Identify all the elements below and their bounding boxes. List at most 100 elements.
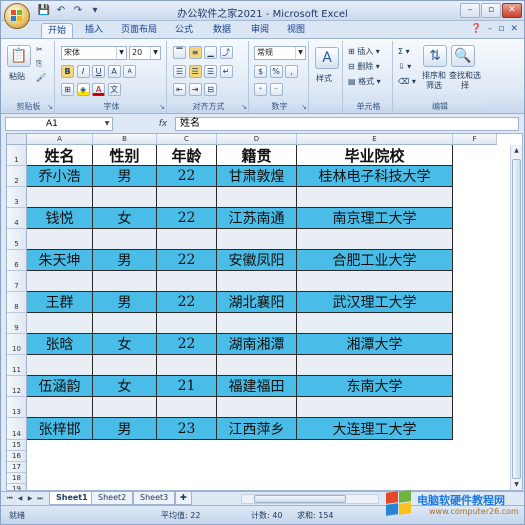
- insert-sheet-icon[interactable]: ✚: [175, 492, 192, 505]
- row-header[interactable]: 1: [7, 145, 27, 166]
- sheet-tab-3[interactable]: Sheet3: [133, 492, 176, 505]
- minimize-button[interactable]: –: [460, 3, 480, 18]
- align-middle-icon[interactable]: ≡: [188, 46, 202, 59]
- row-header[interactable]: 9: [7, 313, 27, 334]
- table-cell[interactable]: [157, 271, 217, 292]
- row-header[interactable]: 14: [7, 418, 27, 440]
- formula-input[interactable]: 姓名: [175, 117, 519, 131]
- clear-icon[interactable]: ⌫ ▾: [398, 76, 416, 88]
- row-header[interactable]: 16: [7, 451, 27, 462]
- percent-button[interactable]: %: [269, 65, 283, 78]
- table-cell[interactable]: 22: [157, 208, 217, 229]
- tab-insert[interactable]: 插入: [79, 23, 109, 39]
- grow-font-button[interactable]: A: [107, 65, 121, 78]
- row-header[interactable]: 18: [7, 473, 27, 484]
- table-cell[interactable]: 22: [157, 292, 217, 313]
- table-cell[interactable]: [157, 313, 217, 334]
- table-cell[interactable]: 女: [93, 334, 157, 355]
- clipboard-launcher-icon[interactable]: ↘: [47, 103, 53, 111]
- table-cell[interactable]: 22: [157, 250, 217, 271]
- number-launcher-icon[interactable]: ↘: [301, 103, 307, 111]
- table-cell[interactable]: [297, 313, 453, 334]
- row-header[interactable]: 2: [7, 166, 27, 187]
- table-cell[interactable]: 张梓邯: [27, 418, 93, 440]
- table-cell[interactable]: [93, 271, 157, 292]
- decrease-decimal-icon[interactable]: ⁻: [269, 83, 283, 96]
- table-cell[interactable]: 21: [157, 376, 217, 397]
- column-header[interactable]: C: [157, 134, 217, 145]
- font-size-select[interactable]: 20 ▼: [129, 46, 161, 60]
- sheet-tab-1[interactable]: Sheet1: [49, 492, 95, 505]
- table-cell[interactable]: 湖南湘潭: [217, 334, 297, 355]
- tab-home[interactable]: 开始: [41, 23, 73, 39]
- table-cell[interactable]: 男: [93, 418, 157, 440]
- row-header[interactable]: 12: [7, 376, 27, 397]
- table-cell[interactable]: [93, 229, 157, 250]
- table-cell[interactable]: [27, 271, 93, 292]
- horizontal-scroll-thumb[interactable]: [254, 495, 346, 503]
- horizontal-scrollbar[interactable]: [241, 494, 379, 504]
- table-cell[interactable]: 江西萍乡: [217, 418, 297, 440]
- table-cell[interactable]: 22: [157, 334, 217, 355]
- insert-function-button[interactable]: fx: [153, 117, 173, 131]
- font-name-select[interactable]: 宋体 ▼: [61, 46, 127, 60]
- table-cell[interactable]: [297, 229, 453, 250]
- phonetic-icon[interactable]: 文: [107, 83, 121, 96]
- table-cell[interactable]: [27, 355, 93, 376]
- row-header[interactable]: 8: [7, 292, 27, 313]
- row-header[interactable]: 10: [7, 334, 27, 355]
- copy-icon[interactable]: ⎘: [36, 58, 42, 70]
- underline-button[interactable]: U: [92, 65, 106, 78]
- column-header[interactable]: F: [453, 134, 497, 145]
- row-header[interactable]: 5: [7, 229, 27, 250]
- table-cell[interactable]: [157, 229, 217, 250]
- ribbon-close-icon[interactable]: ✕: [510, 24, 518, 34]
- column-header[interactable]: A: [27, 134, 93, 145]
- table-cell[interactable]: [217, 229, 297, 250]
- font-color-button[interactable]: A: [92, 83, 106, 96]
- table-cell[interactable]: 男: [93, 166, 157, 187]
- table-cell[interactable]: 武汉理工大学: [297, 292, 453, 313]
- insert-cells-button[interactable]: ⊞ 插入 ▾: [348, 46, 380, 58]
- table-cell[interactable]: 乔小浩: [27, 166, 93, 187]
- tab-view[interactable]: 视图: [281, 23, 311, 39]
- table-cell[interactable]: 姓名: [27, 145, 93, 166]
- table-cell[interactable]: 年龄: [157, 145, 217, 166]
- row-header[interactable]: 19: [7, 484, 27, 490]
- table-cell[interactable]: [27, 397, 93, 418]
- ribbon-minimize-icon[interactable]: –: [488, 24, 493, 34]
- sort-filter-button[interactable]: 排序和筛选: [419, 71, 449, 91]
- paste-button[interactable]: 粘贴: [9, 71, 25, 83]
- table-cell[interactable]: [217, 187, 297, 208]
- table-cell[interactable]: 23: [157, 418, 217, 440]
- column-header[interactable]: B: [93, 134, 157, 145]
- paste-icon[interactable]: 📋: [7, 45, 31, 67]
- select-all-button[interactable]: [7, 134, 27, 145]
- borders-icon[interactable]: ⊞: [61, 83, 74, 96]
- next-sheet-icon[interactable]: ▶: [25, 493, 35, 504]
- table-cell[interactable]: 安徽凤阳: [217, 250, 297, 271]
- table-cell[interactable]: [93, 397, 157, 418]
- align-top-icon[interactable]: ▔: [173, 46, 186, 59]
- scroll-down-icon[interactable]: ▼: [512, 479, 521, 490]
- table-cell[interactable]: [27, 313, 93, 334]
- table-cell[interactable]: [217, 397, 297, 418]
- table-cell[interactable]: 王群: [27, 292, 93, 313]
- scroll-up-icon[interactable]: ▲: [512, 145, 521, 156]
- table-cell[interactable]: 湖北襄阳: [217, 292, 297, 313]
- row-header[interactable]: 4: [7, 208, 27, 229]
- column-header[interactable]: E: [297, 134, 453, 145]
- table-cell[interactable]: 江苏南通: [217, 208, 297, 229]
- merge-center-icon[interactable]: ⊟: [204, 83, 218, 96]
- table-cell[interactable]: 伍涵韵: [27, 376, 93, 397]
- column-header[interactable]: D: [217, 134, 297, 145]
- styles-icon[interactable]: A: [315, 47, 339, 69]
- table-cell[interactable]: 朱天坤: [27, 250, 93, 271]
- align-bottom-icon[interactable]: ▁: [204, 46, 218, 59]
- table-cell[interactable]: [217, 271, 297, 292]
- cut-icon[interactable]: ✂: [36, 44, 43, 56]
- table-cell[interactable]: 性别: [93, 145, 157, 166]
- table-cell[interactable]: 东南大学: [297, 376, 453, 397]
- table-cell[interactable]: 湘潭大学: [297, 334, 453, 355]
- decrease-indent-icon[interactable]: ⇤: [173, 83, 186, 96]
